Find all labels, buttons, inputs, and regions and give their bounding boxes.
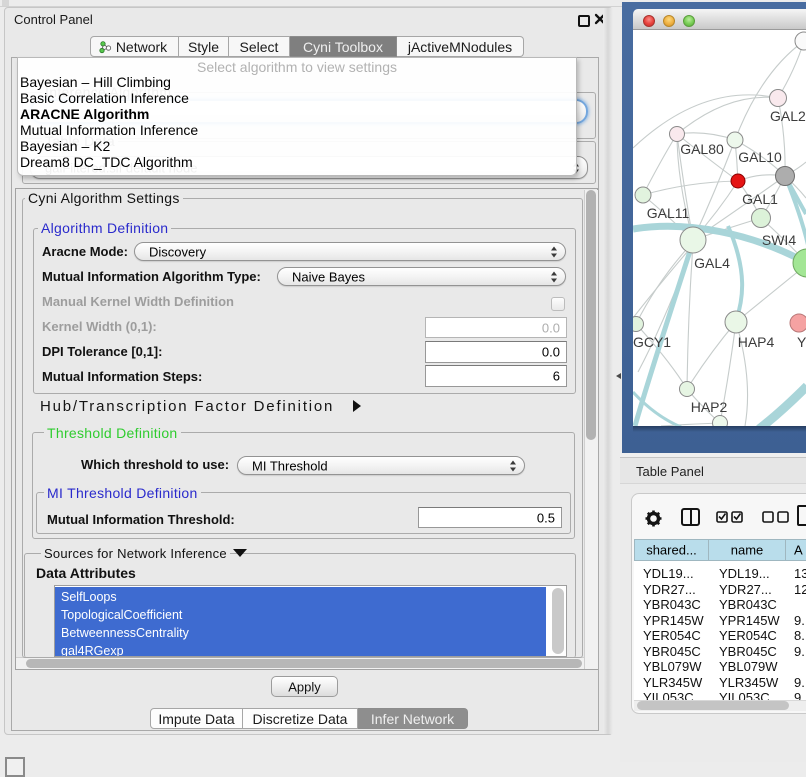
svg-text:GAL11: GAL11 (647, 205, 690, 221)
svg-text:GAL1: GAL1 (742, 191, 778, 207)
svg-text:SWI4: SWI4 (762, 232, 796, 248)
svg-text:HAP2: HAP2 (691, 399, 728, 415)
svg-text:GAL4: GAL4 (694, 255, 730, 271)
svg-text:HAP4: HAP4 (738, 334, 775, 350)
svg-text:GCY1: GCY1 (633, 334, 671, 350)
svg-text:Y: Y (797, 334, 806, 350)
svg-text:GAL2: GAL2 (770, 108, 806, 124)
svg-text:GAL80: GAL80 (680, 141, 724, 157)
svg-text:GAL10: GAL10 (738, 149, 782, 165)
